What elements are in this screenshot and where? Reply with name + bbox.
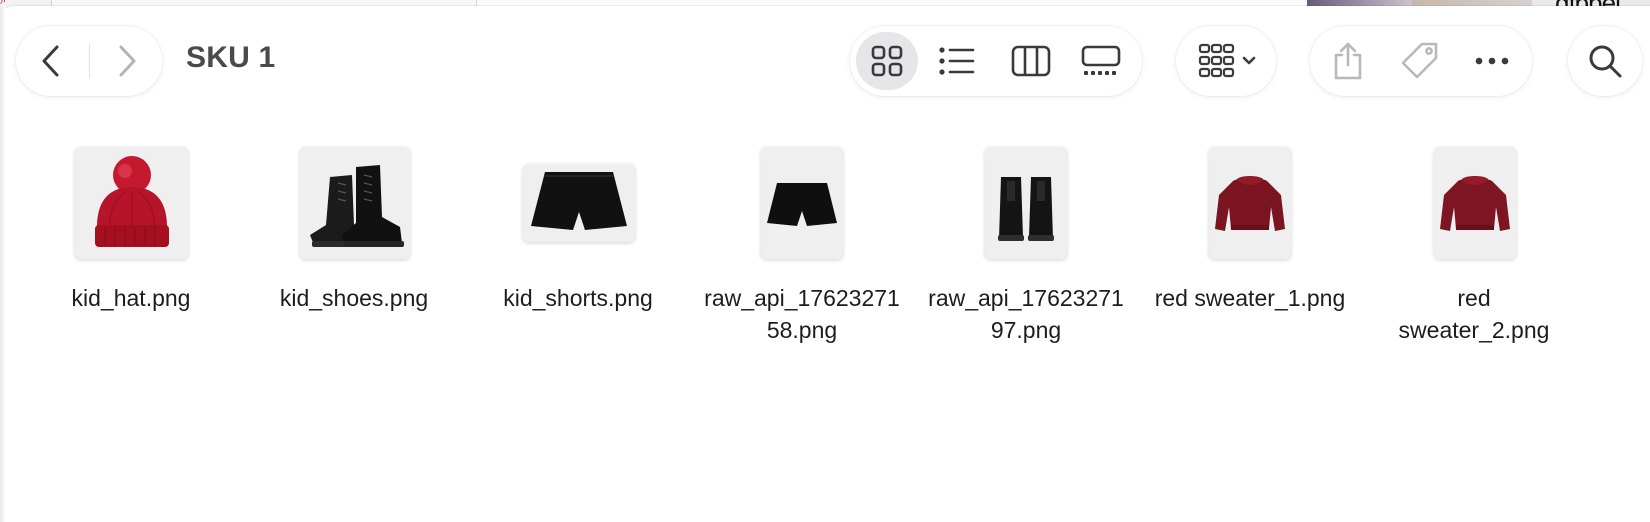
chevron-right-icon	[119, 45, 136, 77]
group-by-button[interactable]	[1190, 36, 1266, 86]
list-icon	[939, 47, 975, 75]
more-button[interactable]	[1464, 34, 1520, 88]
boots-image	[310, 165, 404, 247]
file-item[interactable]: red sweater_2.png	[1363, 140, 1585, 346]
file-name: red sweater_1.png	[1154, 285, 1346, 311]
file-name: kid_hat.png	[71, 285, 191, 311]
file-thumbnail	[761, 147, 843, 259]
columns-icon	[1011, 45, 1051, 77]
file-name: raw_api_17623271 97.png	[928, 285, 1124, 343]
file-item[interactable]: raw_api_17623271 97.png	[915, 140, 1137, 346]
file-thumbnail	[523, 164, 635, 242]
window-left-edge	[0, 6, 6, 522]
beanie-hat-image	[95, 156, 169, 247]
navigation-controls	[16, 26, 162, 96]
group-icon	[1198, 43, 1256, 78]
grid-icon	[871, 45, 903, 77]
file-item[interactable]: kid_shorts.png	[467, 140, 689, 314]
forward-button[interactable]	[92, 26, 162, 96]
file-thumbnail	[1209, 147, 1291, 259]
share-button[interactable]	[1320, 34, 1376, 88]
column-view-button[interactable]	[1000, 32, 1062, 90]
action-controls	[1310, 26, 1532, 96]
window-title: SKU 1	[186, 41, 276, 74]
file-item[interactable]: kid_hat.png	[20, 140, 242, 314]
file-name: kid_shorts.png	[503, 285, 653, 311]
file-thumbnail	[1434, 147, 1516, 259]
shorts-image	[531, 172, 627, 230]
screen: )l dfbbel SKU 1	[0, 0, 1650, 522]
tag-icon	[1401, 42, 1438, 79]
group-options	[1176, 26, 1276, 96]
file-thumbnail	[75, 147, 188, 259]
search-control	[1568, 26, 1642, 96]
chevron-down-icon	[1242, 56, 1256, 65]
sweater-image	[1215, 176, 1285, 231]
back-button[interactable]	[16, 26, 86, 96]
share-icon	[1334, 42, 1362, 80]
tag-button[interactable]	[1392, 34, 1448, 88]
gallery-icon	[1081, 45, 1121, 75]
search-button[interactable]	[1568, 26, 1642, 96]
icon-view-button[interactable]	[856, 32, 918, 90]
file-item[interactable]: kid_shoes.png	[243, 140, 465, 314]
file-name: raw_api_17623271 58.png	[704, 285, 900, 343]
file-item[interactable]: red sweater_1.png	[1139, 140, 1361, 314]
nav-divider	[89, 44, 90, 78]
boots-image	[998, 177, 1054, 241]
file-name: red sweater_2.png	[1398, 285, 1550, 343]
view-switcher	[850, 26, 1142, 96]
file-thumbnail	[300, 147, 410, 259]
search-icon	[1589, 45, 1622, 78]
shorts-image	[767, 183, 837, 226]
gallery-view-button[interactable]	[1070, 32, 1132, 90]
file-item[interactable]: raw_api_17623271 58.png	[691, 140, 913, 346]
chevron-left-icon	[42, 45, 59, 77]
file-thumbnail	[985, 147, 1067, 259]
sweater-image	[1440, 176, 1510, 231]
file-name: kid_shoes.png	[279, 285, 429, 311]
more-icon	[1475, 57, 1509, 65]
list-view-button[interactable]	[926, 32, 988, 90]
